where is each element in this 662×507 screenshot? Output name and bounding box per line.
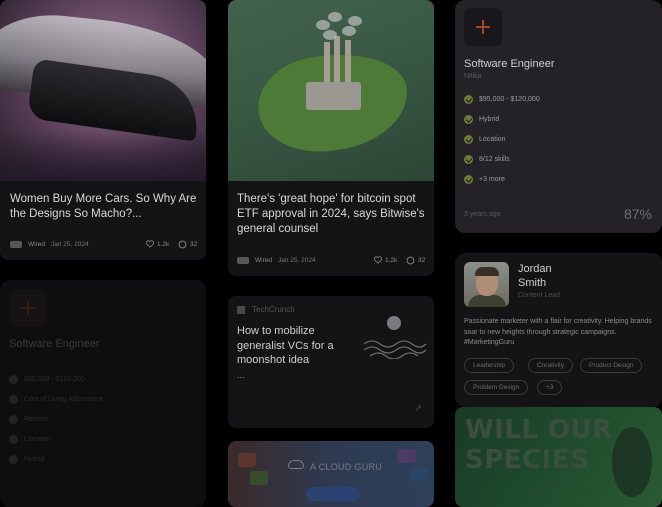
promo-cloud-guru[interactable]: A CLOUD GURU [228,441,434,507]
job-feature-location: Location [464,135,505,144]
tag-product-design[interactable]: Product Design [580,358,643,373]
tag-creativity[interactable]: Creativity [528,358,574,373]
job-feature-skills: 8/12 skills [464,155,510,164]
source-logo-icon [10,241,22,248]
pin-icon [9,435,18,444]
info-icon [9,395,18,404]
promo-title: A CLOUD GURU [310,462,383,472]
article-image [228,0,434,181]
job-feature-cola: Cost of Living Adjustment [9,395,103,404]
dollar-icon [9,375,18,384]
promo-headline-line1: WILL OUR [465,415,613,445]
moon-wave-illustration-icon [363,316,427,359]
job-title[interactable]: Software Engineer [9,338,100,350]
tag-leadership[interactable]: Leadership [464,358,515,373]
article-title[interactable]: Women Buy More Cars. So Why Are the Desi… [10,192,200,222]
article-card-cars[interactable]: Women Buy More Cars. So Why Are the Desi… [0,0,206,260]
article-meta: Wired Jan 25, 2024 [10,241,89,248]
cloud-icon [288,460,304,469]
profile-bio: Passionate marketer with a flair for cre… [464,318,652,346]
article-date: Jan 25, 2024 [50,241,89,248]
globe-icon [9,415,18,424]
article-card-vc[interactable]: TechCrunch How to mobilize generalist VC… [228,296,434,428]
profile-role: Content Lead [518,292,561,299]
plus-icon [464,8,502,46]
article-date: Jan 25, 2024 [277,257,316,264]
job-feature-location: Location [9,435,50,444]
article-source: Wired [28,241,45,248]
profile-card[interactable]: Jordan Smith Content Lead Passionate mar… [455,253,662,407]
heart-icon [374,256,382,264]
posted-time: 3 years ago [464,211,501,218]
company-name: Nitika [464,73,482,80]
job-feature-more[interactable]: +3 more [464,175,505,184]
profile-name[interactable]: Jordan Smith [518,263,578,290]
promo-cta-button[interactable] [306,487,360,501]
comment-icon [406,256,415,265]
job-feature-salary: $95,000 - $120,000 [464,95,540,104]
comment-count[interactable]: 32 [406,256,425,265]
check-icon [464,175,473,184]
job-feature-salary: $95,000 - $120,000 [9,375,85,384]
tag-more[interactable]: +3 [537,380,563,395]
article-meta: Wired Jan 25, 2024 [237,257,316,264]
building-icon [9,455,18,464]
job-card-software-engineer[interactable]: Software Engineer Nitika $95,000 - $120,… [455,0,662,233]
article-card-bitcoin[interactable]: There's 'great hope' for bitcoin spot ET… [228,0,434,276]
job-feature-worktype: Hybrid [464,115,499,124]
job-card-software-engineer-2[interactable]: Software Engineer $95,000 - $120,000 Cos… [0,280,206,507]
job-title[interactable]: Software Engineer [464,58,555,70]
article-source: TechCrunch [252,305,295,314]
like-count[interactable]: 1.2k [374,256,397,264]
article-title[interactable]: There's 'great hope' for bitcoin spot ET… [237,192,429,237]
techcrunch-logo-icon [237,306,245,314]
comment-icon [178,240,187,249]
article-source: Wired [255,257,272,264]
source-logo-icon [237,257,249,264]
check-icon [464,155,473,164]
promo-headline-line2: SPECIES [465,445,590,475]
article-image [0,0,206,181]
check-icon [464,115,473,124]
promo-species[interactable]: WILL OUR SPECIES [455,407,662,507]
heart-icon [146,240,154,248]
more-text: ... [237,370,245,380]
article-title[interactable]: How to mobilize generalist VCs for a moo… [237,324,355,368]
avatar[interactable] [464,262,509,307]
external-link-icon[interactable]: ↗ [414,403,422,414]
tag-problem-design[interactable]: Problem Design [464,380,529,395]
match-percentage: 87% [623,206,652,222]
comment-count[interactable]: 32 [178,240,197,249]
check-icon [464,95,473,104]
plus-icon [9,289,47,327]
job-feature-remote: Remote [9,415,49,424]
like-count[interactable]: 1.2k [146,240,169,248]
check-icon [464,135,473,144]
job-feature-hybrid: Hybrid [9,455,44,464]
